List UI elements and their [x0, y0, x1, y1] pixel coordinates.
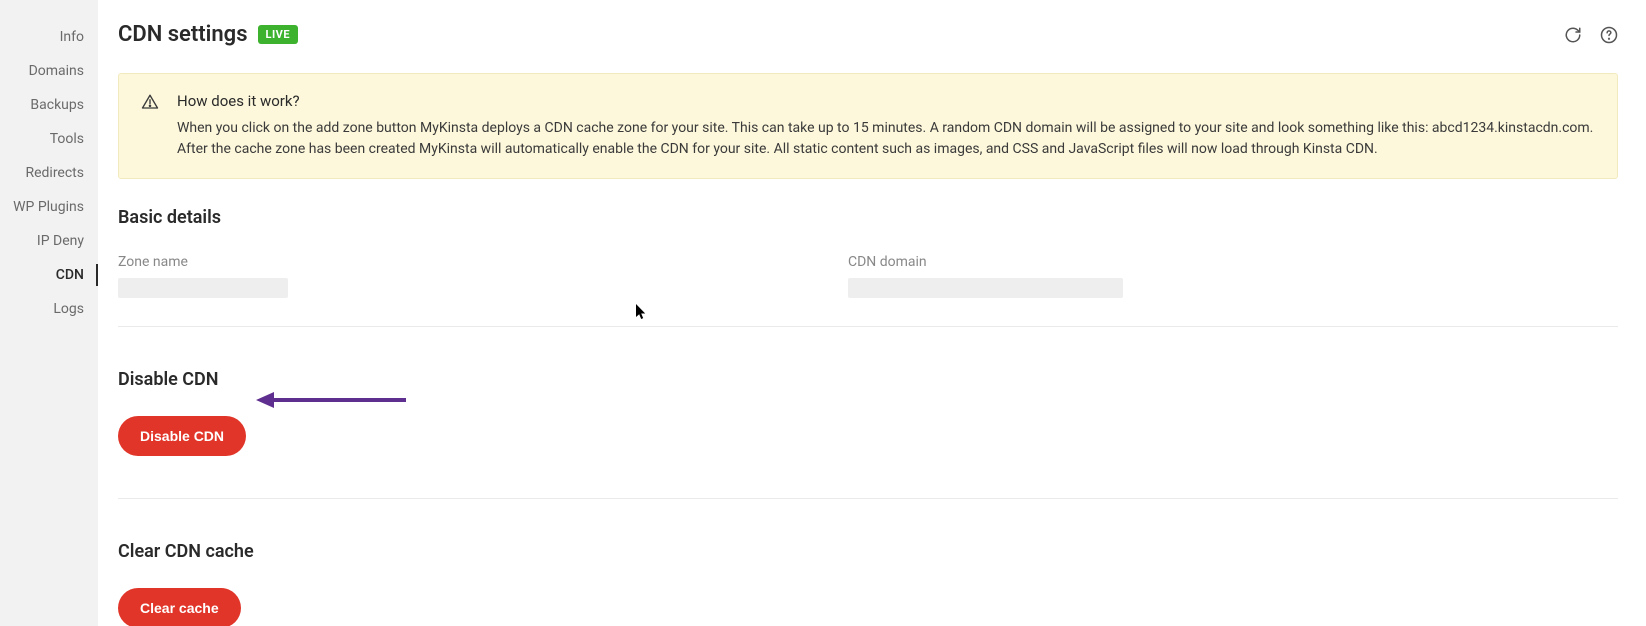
refresh-icon[interactable]: [1564, 26, 1582, 44]
sidebar-item-logs[interactable]: Logs: [0, 292, 98, 326]
sidebar-item-backups[interactable]: Backups: [0, 88, 98, 122]
alert-title: How does it work?: [177, 92, 1595, 110]
info-alert: How does it work? When you click on the …: [118, 73, 1618, 179]
clear-cache-section: Clear CDN cache Clear cache: [118, 541, 1618, 626]
sidebar-item-label: Logs: [53, 301, 84, 317]
sidebar-item-redirects[interactable]: Redirects: [0, 156, 98, 190]
sidebar-item-info[interactable]: Info: [0, 20, 98, 54]
sidebar-item-label: Tools: [50, 131, 84, 147]
disable-cdn-button[interactable]: Disable CDN: [118, 416, 246, 456]
sidebar-item-ip-deny[interactable]: IP Deny: [0, 224, 98, 258]
disable-cdn-title: Disable CDN: [118, 369, 1618, 390]
sidebar-item-cdn[interactable]: CDN: [0, 258, 98, 292]
basic-details-title: Basic details: [118, 207, 1618, 228]
help-icon[interactable]: [1600, 26, 1618, 44]
live-badge: LIVE: [258, 25, 299, 44]
page-header: CDN settings LIVE: [118, 22, 1618, 47]
sidebar-item-tools[interactable]: Tools: [0, 122, 98, 156]
sidebar-item-label: Backups: [30, 97, 84, 113]
sidebar-item-label: WP Plugins: [13, 199, 84, 215]
sidebar: Info Domains Backups Tools Redirects WP …: [0, 0, 98, 626]
sidebar-item-label: Info: [60, 29, 84, 45]
basic-details-row: Zone name CDN domain: [118, 254, 1618, 327]
sidebar-item-label: Domains: [29, 63, 84, 79]
sidebar-item-label: IP Deny: [37, 233, 84, 249]
clear-cache-button[interactable]: Clear cache: [118, 588, 241, 626]
sidebar-item-label: CDN: [56, 267, 84, 283]
sidebar-item-domains[interactable]: Domains: [0, 54, 98, 88]
warning-triangle-icon: [141, 93, 159, 160]
sidebar-item-label: Redirects: [25, 165, 84, 181]
page-title: CDN settings: [118, 22, 248, 47]
zone-name-value: [118, 278, 288, 298]
zone-name-label: Zone name: [118, 254, 718, 270]
cdn-domain-value: [848, 278, 1123, 298]
main-content: CDN settings LIVE How does it work? When…: [98, 0, 1646, 626]
sidebar-item-wp-plugins[interactable]: WP Plugins: [0, 190, 98, 224]
cdn-domain-label: CDN domain: [848, 254, 1308, 270]
alert-text: When you click on the add zone button My…: [177, 118, 1595, 160]
disable-cdn-section: Disable CDN Disable CDN: [118, 369, 1618, 499]
clear-cache-title: Clear CDN cache: [118, 541, 1618, 562]
